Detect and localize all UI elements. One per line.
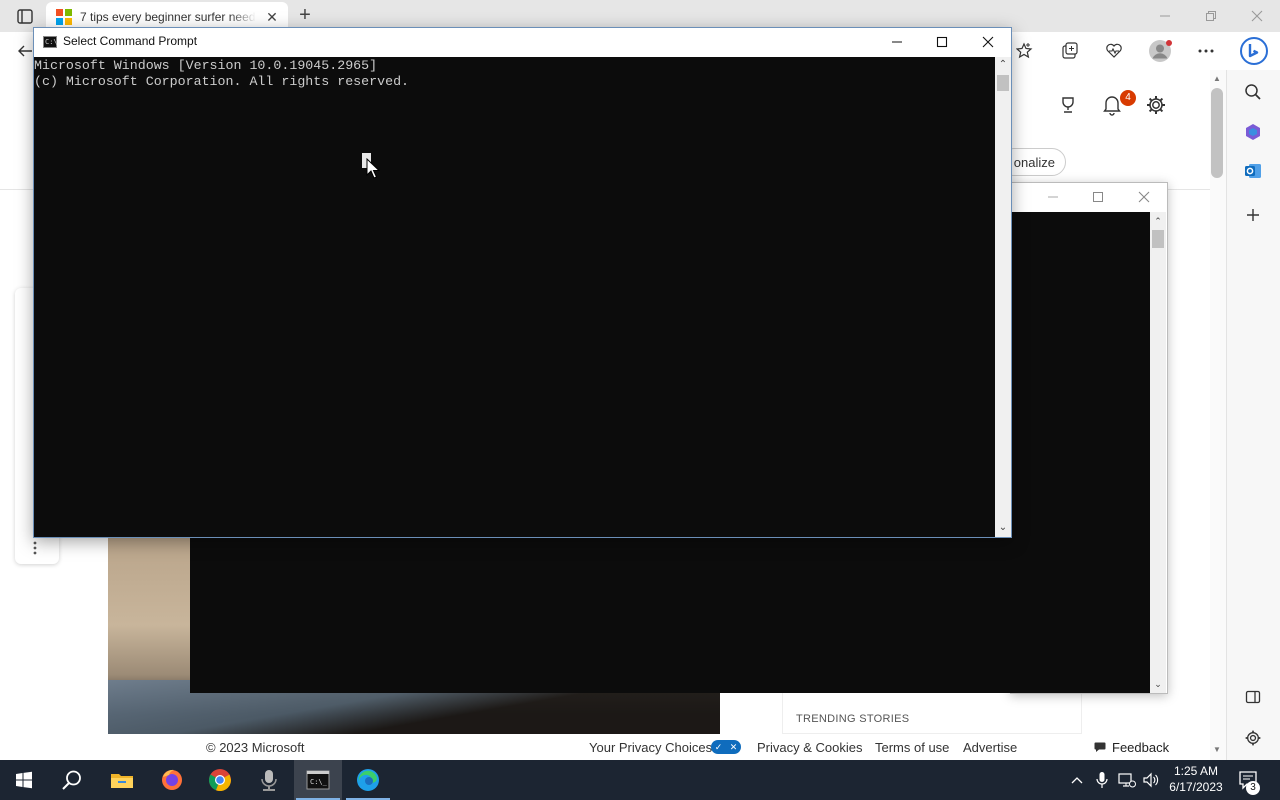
- command-prompt-taskbar-icon[interactable]: C:\_: [294, 760, 342, 800]
- cmd-window-title: Select Command Prompt: [63, 34, 198, 48]
- edge-sidebar: [1226, 70, 1280, 760]
- cmd-scrollbar-thumb[interactable]: [997, 75, 1009, 91]
- cmd-console-output[interactable]: Microsoft Windows [Version 10.0.19045.29…: [34, 57, 995, 537]
- feedback-icon: [1094, 742, 1106, 752]
- taskbar-clock[interactable]: 1:25 AM 6/17/2023: [1164, 763, 1228, 795]
- start-icon[interactable]: [0, 760, 48, 800]
- browser-essentials-icon[interactable]: [1099, 36, 1129, 66]
- rail-more-icon[interactable]: [33, 541, 37, 555]
- svg-text:C:\_: C:\_: [310, 778, 328, 786]
- tab-actions-icon[interactable]: [10, 6, 38, 28]
- page-scrollbar-thumb[interactable]: [1211, 88, 1223, 178]
- volume-icon[interactable]: [1142, 770, 1160, 790]
- network-icon[interactable]: [1118, 770, 1136, 790]
- search-icon[interactable]: [48, 760, 96, 800]
- collections-icon[interactable]: [1055, 36, 1085, 66]
- notifications-badge: 4: [1120, 90, 1136, 106]
- feedback-label: Feedback: [1112, 739, 1170, 755]
- microphone-app-icon[interactable]: [245, 760, 293, 800]
- bg-console-scroll-up-icon[interactable]: ⌃: [1152, 216, 1164, 226]
- feedback-button[interactable]: Feedback: [1086, 734, 1176, 760]
- bg-console-scrollbar-thumb[interactable]: [1152, 230, 1164, 248]
- microphone-tray-icon[interactable]: [1096, 770, 1108, 790]
- footer-copyright: © 2023 Microsoft: [206, 740, 305, 755]
- tab-title: 7 tips every beginner surfer need: [80, 10, 256, 24]
- mouse-pointer-icon: [366, 158, 380, 180]
- cmd-output-line: Microsoft Windows [Version 10.0.19045.29…: [34, 58, 378, 73]
- bg-console-scroll-down-icon[interactable]: ⌄: [1152, 679, 1164, 689]
- cmd-maximize-button[interactable]: [919, 28, 965, 56]
- rewards-trophy-icon[interactable]: [1055, 92, 1081, 118]
- sidebar-search-icon[interactable]: [1240, 79, 1266, 105]
- privacy-choices-toggle-icon: ✓ ✕: [711, 740, 741, 754]
- cmd-output-line: (c) Microsoft Corporation. All rights re…: [34, 74, 410, 89]
- show-hidden-icons-icon[interactable]: [1070, 770, 1084, 790]
- bg-console-close-button[interactable]: [1121, 184, 1167, 210]
- file-explorer-icon[interactable]: [98, 760, 146, 800]
- cmd-scroll-down-icon[interactable]: ⌄: [997, 523, 1009, 533]
- bing-chat-icon[interactable]: [1238, 35, 1270, 67]
- footer-advertise-link[interactable]: Advertise: [963, 740, 1017, 755]
- action-center-badge: 3: [1246, 781, 1260, 795]
- browser-minimize-button[interactable]: [1142, 0, 1188, 32]
- page-scroll-up-icon[interactable]: ▲: [1211, 74, 1223, 84]
- more-menu-icon[interactable]: [1191, 36, 1221, 66]
- page-scroll-down-icon[interactable]: ▼: [1211, 745, 1223, 755]
- bg-console-maximize-button[interactable]: [1075, 184, 1121, 210]
- trending-stories-heading: TRENDING STORIES: [796, 713, 910, 725]
- cmd-close-button[interactable]: [965, 28, 1011, 56]
- sidebar-settings-icon[interactable]: [1240, 725, 1266, 751]
- edge-icon[interactable]: [344, 760, 392, 800]
- sidebar-office-icon[interactable]: [1240, 119, 1266, 145]
- sidebar-outlook-icon[interactable]: [1240, 158, 1266, 184]
- clock-time: 1:25 AM: [1173, 764, 1219, 778]
- favorites-icon[interactable]: [1010, 36, 1040, 66]
- bg-console-minimize-button[interactable]: [1030, 184, 1076, 210]
- microsoft-logo-icon: [56, 9, 72, 25]
- profile-avatar-icon[interactable]: [1145, 36, 1175, 66]
- cmd-scrollbar[interactable]: [995, 57, 1011, 537]
- cmd-minimize-button[interactable]: [874, 28, 920, 56]
- clock-date: 6/17/2023: [1169, 780, 1223, 794]
- firefox-icon[interactable]: [148, 760, 196, 800]
- sidebar-toggle-icon[interactable]: [1240, 684, 1266, 710]
- browser-restore-button[interactable]: [1188, 0, 1234, 32]
- settings-gear-icon[interactable]: [1143, 92, 1169, 118]
- footer-privacy-cookies-link[interactable]: Privacy & Cookies: [757, 740, 862, 755]
- command-prompt-icon: C:\: [43, 36, 58, 48]
- footer-privacy-choices-link[interactable]: Your Privacy Choices: [589, 740, 712, 755]
- new-tab-button[interactable]: +: [294, 5, 316, 26]
- browser-close-button[interactable]: [1234, 0, 1280, 32]
- sidebar-add-icon[interactable]: [1240, 202, 1266, 228]
- bg-console-scrollbar[interactable]: [1150, 212, 1166, 693]
- footer-terms-link[interactable]: Terms of use: [875, 740, 949, 755]
- cmd-scroll-up-icon[interactable]: ⌃: [997, 60, 1009, 70]
- chrome-icon[interactable]: [196, 760, 244, 800]
- personalize-label: onalize: [1013, 154, 1055, 170]
- tab-close-icon[interactable]: ✕: [264, 9, 280, 25]
